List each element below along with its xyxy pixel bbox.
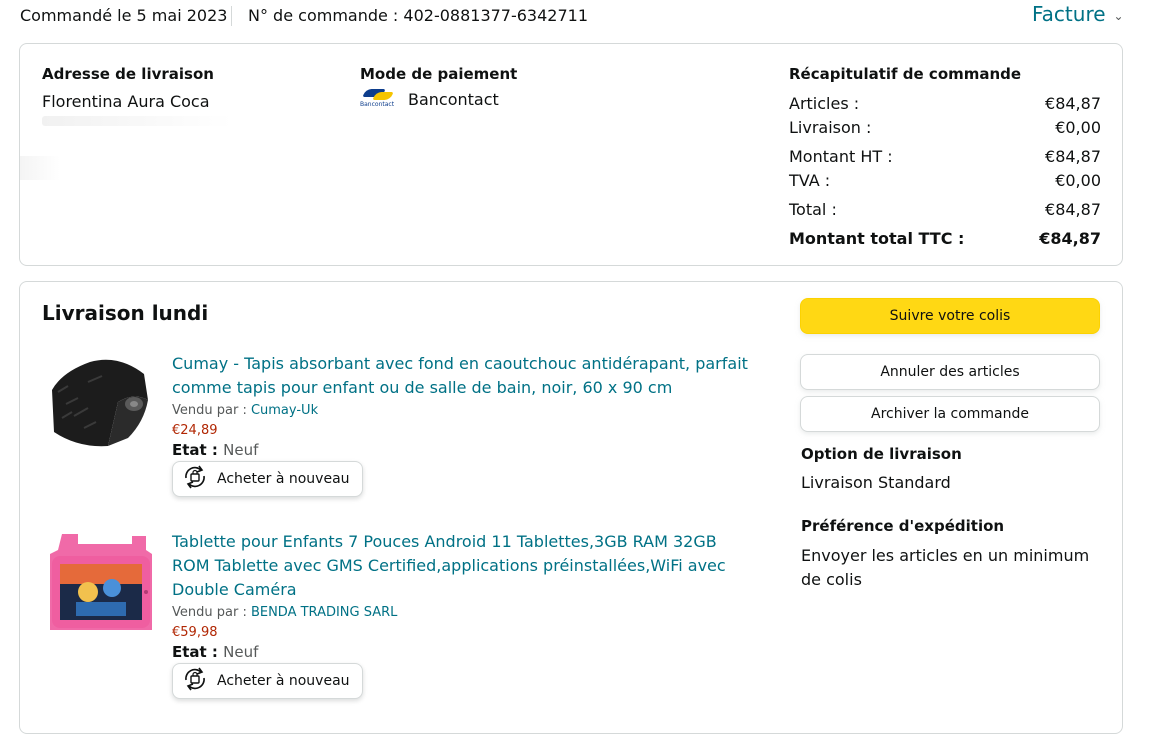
shipping-preference-title: Préférence d'expédition bbox=[801, 517, 1005, 535]
condition-label: Etat : bbox=[172, 441, 224, 459]
seller-link[interactable]: BENDA TRADING SARL bbox=[251, 605, 397, 620]
summary-row-subtotal: Montant HT : €84,87 bbox=[789, 144, 1101, 168]
buy-again-button[interactable]: Acheter à nouveau bbox=[172, 663, 363, 699]
payment-method-title: Mode de paiement bbox=[360, 65, 518, 83]
product-condition: Etat : Neuf bbox=[172, 643, 752, 661]
chevron-down-icon: ⌄ bbox=[1113, 8, 1124, 23]
shipping-option-value: Livraison Standard bbox=[801, 473, 951, 492]
seller-label: Vendu par : bbox=[172, 403, 251, 418]
product-image-bath-mat[interactable] bbox=[48, 352, 154, 452]
order-details-card: Adresse de livraison Florentina Aura Coc… bbox=[19, 43, 1123, 266]
order-summary-title: Récapitulatif de commande bbox=[789, 65, 1022, 83]
invoice-dropdown[interactable]: Facture ⌄ bbox=[1032, 2, 1124, 26]
summary-row-shipping: Livraison : €0,00 bbox=[789, 115, 1101, 139]
product-price: €59,98 bbox=[172, 625, 218, 640]
product-condition: Etat : Neuf bbox=[172, 441, 752, 459]
buy-again-button[interactable]: Acheter à nouveau bbox=[172, 461, 363, 497]
condition-value: Neuf bbox=[223, 643, 259, 661]
summary-value: €84,87 bbox=[1045, 199, 1101, 219]
shipping-address-title: Adresse de livraison bbox=[42, 65, 214, 83]
summary-row-tax: TVA : €0,00 bbox=[789, 168, 1101, 192]
buy-again-label: Acheter à nouveau bbox=[217, 471, 350, 487]
delivery-card: Livraison lundi Cumay - Tapis absorbant … bbox=[19, 281, 1123, 734]
summary-label: Articles : bbox=[789, 93, 860, 113]
condition-value: Neuf bbox=[223, 441, 259, 459]
track-package-button[interactable]: Suivre votre colis bbox=[800, 298, 1100, 334]
bancontact-logo: Bancontact bbox=[360, 88, 398, 110]
order-date: Commandé le 5 mai 2023 bbox=[20, 6, 228, 25]
condition-label: Etat : bbox=[172, 643, 224, 661]
summary-label: TVA : bbox=[789, 170, 831, 190]
summary-label: Livraison : bbox=[789, 117, 872, 137]
cancel-items-button[interactable]: Annuler des articles bbox=[800, 354, 1100, 390]
summary-row-total: Total : €84,87 bbox=[789, 197, 1101, 221]
seller-line: Vendu par : Cumay-Uk bbox=[172, 403, 752, 418]
product-details: Cumay - Tapis absorbant avec fond en cao… bbox=[172, 352, 752, 497]
shipping-address-name: Florentina Aura Coca bbox=[42, 92, 210, 111]
summary-value: €84,87 bbox=[1039, 228, 1101, 248]
payment-method: Bancontact Bancontact bbox=[360, 88, 499, 110]
summary-row-grand-total: Montant total TTC : €84,87 bbox=[789, 226, 1101, 250]
order-number: N° de commande : 402-0881377-6342711 bbox=[248, 6, 589, 25]
buy-again-icon bbox=[181, 666, 209, 696]
summary-value: €0,00 bbox=[1055, 170, 1101, 190]
shipping-preference-value: Envoyer les articles en un minimum de co… bbox=[801, 546, 1090, 589]
order-header: Commandé le 5 mai 2023 N° de commande : … bbox=[0, 0, 1153, 34]
redacted-address-line bbox=[20, 156, 60, 180]
product-price: €24,89 bbox=[172, 423, 218, 438]
summary-label: Montant HT : bbox=[789, 146, 893, 166]
buy-again-label: Acheter à nouveau bbox=[217, 673, 350, 689]
divider bbox=[231, 6, 232, 26]
summary-value: €84,87 bbox=[1045, 93, 1101, 113]
product-details: Tablette pour Enfants 7 Pouces Android 1… bbox=[172, 530, 752, 699]
archive-order-button[interactable]: Archiver la commande bbox=[800, 396, 1100, 432]
invoice-label: Facture bbox=[1032, 2, 1106, 26]
product-title-link[interactable]: Cumay - Tapis absorbant avec fond en cao… bbox=[172, 352, 752, 400]
delivery-title: Livraison lundi bbox=[42, 301, 209, 325]
shipping-option-title: Option de livraison bbox=[801, 445, 962, 463]
seller-label: Vendu par : bbox=[172, 605, 251, 620]
summary-row-items: Articles : €84,87 bbox=[789, 91, 1101, 115]
seller-line: Vendu par : BENDA TRADING SARL bbox=[172, 605, 752, 620]
product-image-kids-tablet[interactable] bbox=[48, 530, 154, 630]
summary-value: €84,87 bbox=[1045, 146, 1101, 166]
redacted-address-line bbox=[42, 116, 232, 126]
summary-label: Montant total TTC : bbox=[789, 228, 965, 248]
summary-value: €0,00 bbox=[1055, 117, 1101, 137]
summary-label: Total : bbox=[789, 199, 837, 219]
seller-link[interactable]: Cumay-Uk bbox=[251, 403, 318, 418]
order-summary: Articles : €84,87 Livraison : €0,00 Mont… bbox=[789, 91, 1101, 250]
product-title-link[interactable]: Tablette pour Enfants 7 Pouces Android 1… bbox=[172, 530, 752, 602]
payment-method-name: Bancontact bbox=[408, 89, 499, 109]
buy-again-icon bbox=[181, 464, 209, 494]
